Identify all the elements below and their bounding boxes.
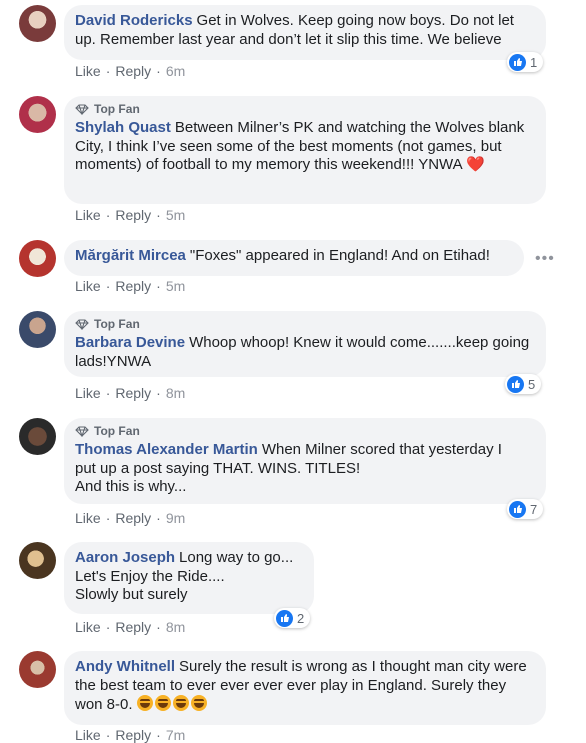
reaction-number: 2 (297, 610, 305, 626)
top-fan-badge: Top Fan (75, 102, 534, 116)
laughing-emoji-icon (136, 695, 153, 711)
avatar[interactable] (19, 542, 56, 579)
avatar[interactable] (19, 418, 56, 455)
comment-time[interactable]: 5m (166, 278, 185, 294)
top-fan-badge: Top Fan (75, 424, 534, 438)
comment-time[interactable]: 8m (166, 619, 185, 635)
comment-actions: Like · Reply · 5m (75, 207, 185, 223)
comment-bubble: David Rodericks Get in Wolves. Keep going… (64, 5, 546, 60)
comment-author[interactable]: David Rodericks (75, 12, 193, 29)
separator: · (156, 278, 161, 294)
separator: · (156, 727, 161, 743)
comment-actions: Like · Reply · 9m (75, 510, 185, 526)
separator: · (156, 510, 161, 526)
separator: · (105, 727, 111, 743)
laughing-emoji-icon (154, 695, 171, 711)
separator: · (105, 278, 111, 294)
comment-bubble: Aaron Joseph Long way to go... Let's Enjo… (64, 542, 314, 614)
avatar[interactable] (19, 96, 56, 133)
top-fan-badge: Top Fan (75, 317, 534, 331)
like-link[interactable]: Like (75, 510, 101, 526)
comment-author[interactable]: Andy Whitnell (75, 658, 175, 675)
comment-time[interactable]: 9m (166, 510, 185, 526)
avatar[interactable] (19, 651, 56, 688)
laughing-emoji-icon (190, 695, 207, 711)
comment-text-line: Thomas Alexander Martin When Milner score… (75, 441, 502, 458)
like-link[interactable]: Like (75, 619, 101, 635)
comment-text-line: Slowly but surely (75, 586, 188, 603)
reply-link[interactable]: Reply (115, 278, 151, 294)
like-link[interactable]: Like (75, 385, 101, 401)
separator: · (156, 207, 161, 223)
comment-bubble: Andy Whitnell Surely the result is wrong … (64, 651, 546, 725)
separator: · (105, 385, 111, 401)
laughing-emoji-icon (172, 695, 189, 711)
separator: · (105, 207, 111, 223)
reaction-count[interactable]: 1 (507, 52, 544, 72)
comment-time[interactable]: 6m (166, 63, 185, 79)
separator: · (156, 385, 161, 401)
reply-link[interactable]: Reply (115, 207, 151, 223)
like-link[interactable]: Like (75, 207, 101, 223)
like-link[interactable]: Like (75, 63, 101, 79)
comment-bubble: Top Fan Barbara Devine Whoop whoop! Knew … (64, 311, 546, 377)
separator: · (105, 510, 111, 526)
reply-link[interactable]: Reply (115, 63, 151, 79)
reply-link[interactable]: Reply (115, 727, 151, 743)
comment-author[interactable]: Aaron Joseph (75, 549, 175, 566)
comment-time[interactable]: 7m (166, 727, 185, 743)
heart-emoji: ❤️ (465, 156, 485, 173)
comment-bubble: Top Fan Thomas Alexander Martin When Miln… (64, 418, 546, 504)
comment-bubble: Top Fan Shylah Quast Between Milner’s PK … (64, 96, 546, 204)
comment-text-line: put up a post saying THAT. WINS. TITLES! (75, 459, 361, 477)
comment-time[interactable]: 8m (166, 385, 185, 401)
diamond-icon (75, 318, 89, 330)
comment-text: "Foxes" appeared in England! And on Etih… (189, 247, 490, 264)
comment-actions: Like · Reply · 5m (75, 278, 185, 294)
reaction-count[interactable]: 5 (505, 374, 542, 394)
separator: · (156, 619, 161, 635)
avatar[interactable] (19, 5, 56, 42)
reply-link[interactable]: Reply (115, 385, 151, 401)
comment-author[interactable]: Shylah Quast (75, 119, 171, 136)
comment-actions: Like · Reply · 6m (75, 63, 185, 79)
comment-text-line: Aaron Joseph Long way to go... (75, 549, 294, 566)
comment-time[interactable]: 5m (166, 207, 185, 223)
avatar[interactable] (19, 240, 56, 277)
like-icon (507, 375, 524, 393)
separator: · (156, 63, 161, 79)
reaction-number: 7 (530, 501, 538, 517)
comment-actions: Like · Reply · 8m (75, 619, 185, 635)
reaction-count[interactable]: 7 (507, 499, 544, 519)
comment-author[interactable]: Barbara Devine (75, 334, 185, 351)
reaction-number: 5 (528, 376, 536, 392)
separator: · (105, 63, 111, 79)
comment-bubble: Mărgărit Mircea "Foxes" appeared in Engla… (64, 240, 524, 276)
comment-actions: Like · Reply · 7m (75, 727, 185, 743)
comment-author[interactable]: Thomas Alexander Martin (75, 441, 258, 458)
reaction-count[interactable]: 2 (274, 608, 311, 628)
reply-link[interactable]: Reply (115, 619, 151, 635)
separator: · (105, 619, 111, 635)
diamond-icon (75, 103, 89, 115)
more-options-icon[interactable]: ••• (535, 250, 555, 268)
like-icon (509, 500, 526, 518)
diamond-icon (75, 425, 89, 437)
like-link[interactable]: Like (75, 727, 101, 743)
comment-actions: Like · Reply · 8m (75, 385, 185, 401)
avatar[interactable] (19, 311, 56, 348)
like-link[interactable]: Like (75, 278, 101, 294)
comment-text-line: Let's Enjoy the Ride.... (75, 567, 225, 585)
reply-link[interactable]: Reply (115, 510, 151, 526)
comment-text-line: And this is why... (75, 478, 187, 495)
like-icon (276, 609, 293, 627)
comment-author[interactable]: Mărgărit Mircea (75, 247, 186, 264)
reaction-number: 1 (530, 54, 538, 70)
like-icon (509, 53, 526, 71)
